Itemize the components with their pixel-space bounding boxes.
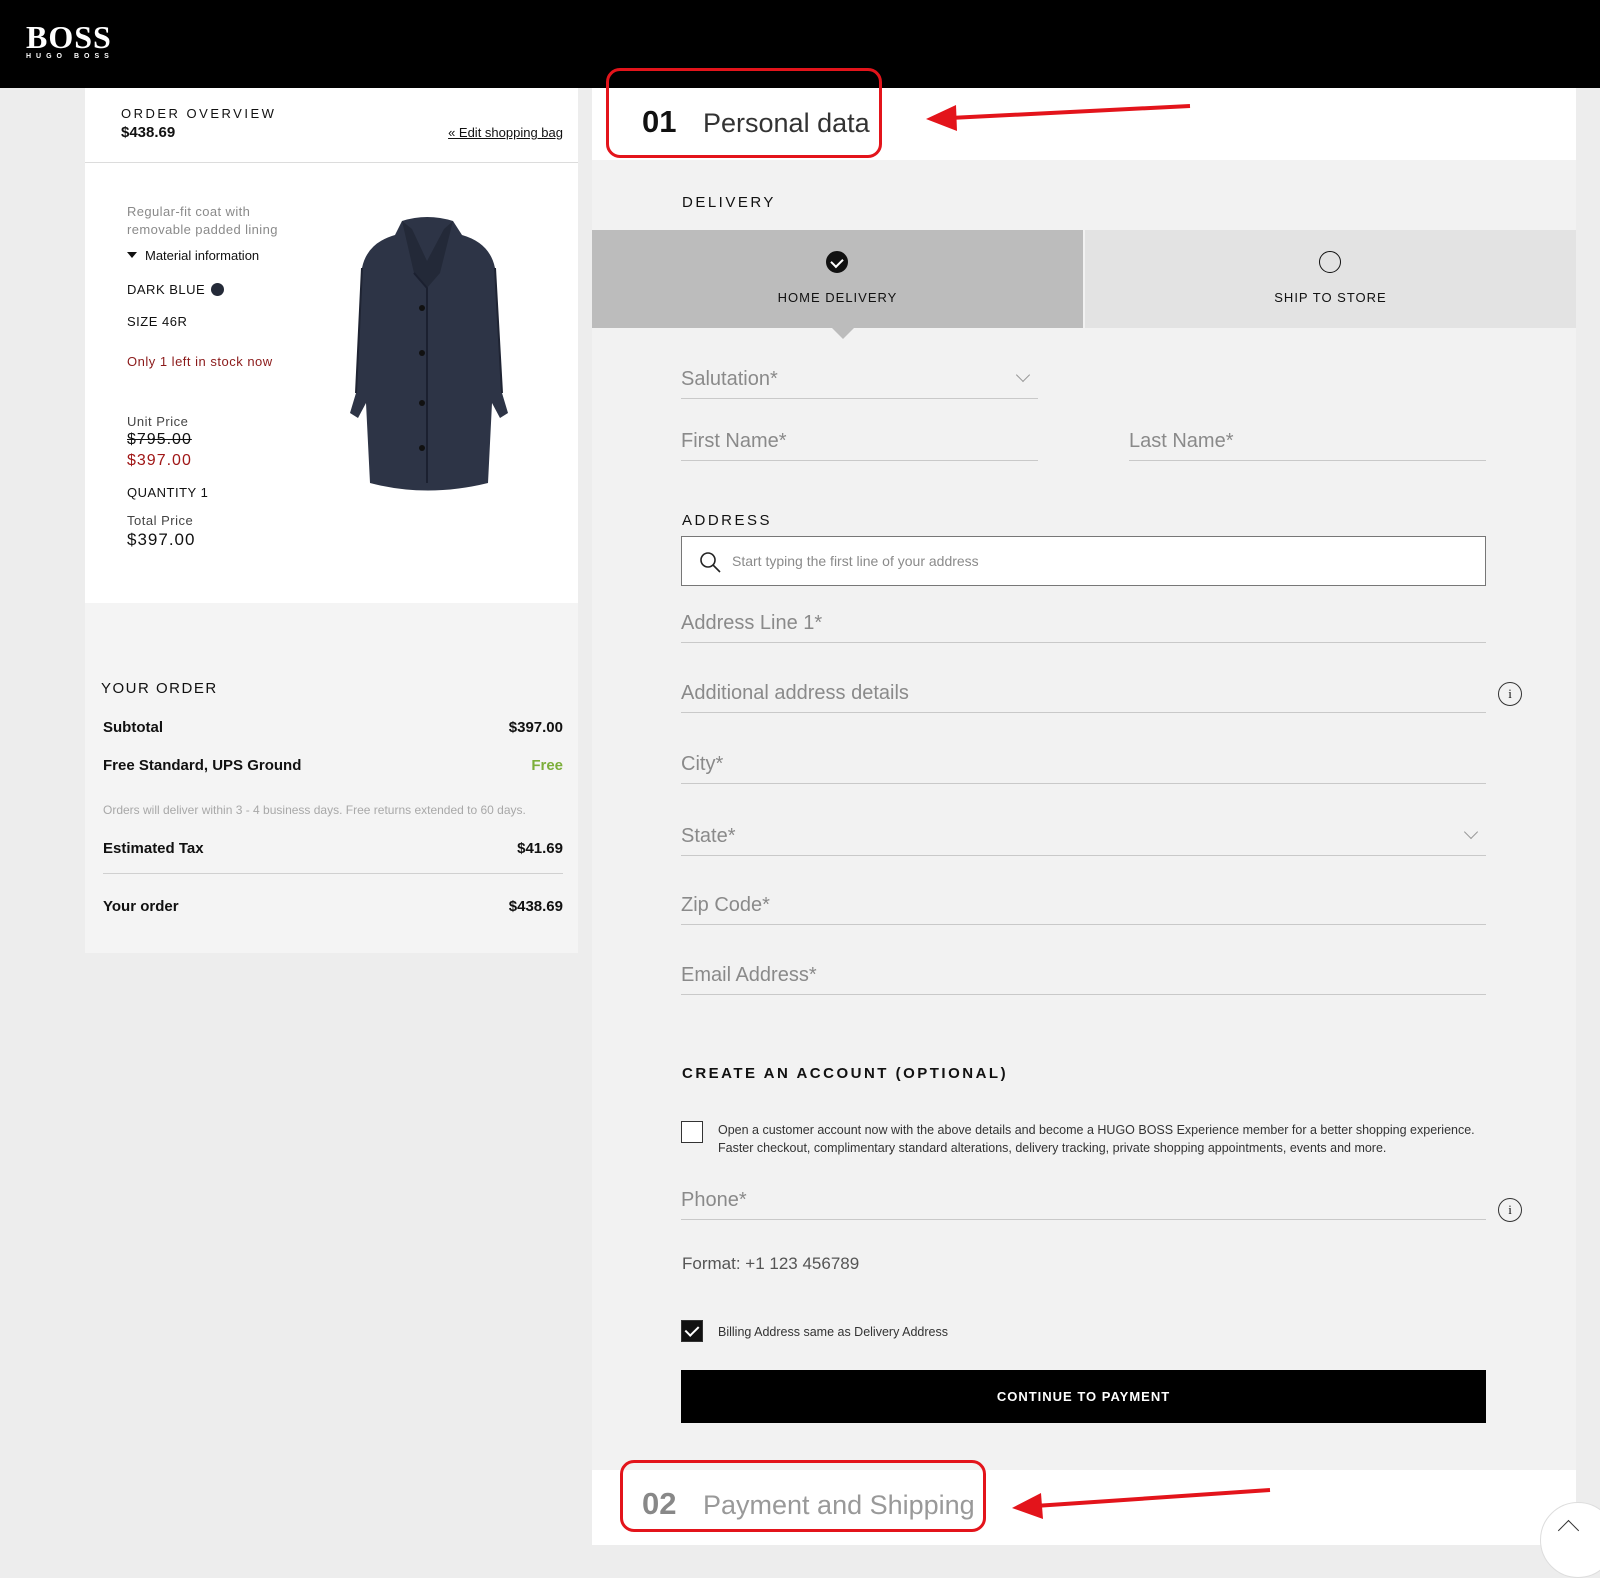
salutation-select[interactable]: Salutation* [681, 364, 1038, 399]
sale-price: $397.00 [127, 452, 192, 469]
logo-sub: HUGO BOSS [26, 53, 114, 60]
product-size: SIZE 46R [127, 314, 188, 329]
info-icon[interactable]: i [1498, 682, 1522, 706]
shipping-row: Free Standard, UPS Ground Free [103, 757, 563, 774]
subtotal-label: Subtotal [103, 719, 163, 736]
edit-shopping-bag-link[interactable]: « Edit shopping bag [448, 125, 563, 140]
continue-to-payment-button[interactable]: CONTINUE TO PAYMENT [681, 1370, 1486, 1423]
unit-price-label: Unit Price [127, 414, 189, 429]
total-price: $397.00 [127, 530, 196, 549]
first-name-field[interactable]: First Name* [681, 426, 1038, 461]
shipping-value: Free [531, 757, 563, 774]
create-account-text: Open a customer account now with the abo… [718, 1123, 1475, 1155]
first-name-placeholder: First Name* [681, 430, 787, 452]
home-delivery-tab[interactable]: HOME DELIVERY [592, 230, 1083, 328]
delivery-options: HOME DELIVERY SHIP TO STORE [592, 230, 1576, 328]
logo-main: BOSS [26, 19, 112, 55]
last-name-field[interactable]: Last Name* [1129, 426, 1486, 461]
stock-notice: Only 1 left in stock now [127, 354, 273, 369]
address-line1-placeholder: Address Line 1* [681, 612, 823, 634]
product-color: DARK BLUE [127, 282, 225, 297]
original-price: $795.00 [127, 431, 192, 448]
radio-checked-icon [825, 251, 848, 273]
order-summary: YOUR ORDER Subtotal $397.00 Free Standar… [85, 603, 578, 953]
tax-row: Estimated Tax $41.69 [103, 840, 563, 857]
address-line1-field[interactable]: Address Line 1* [681, 608, 1486, 643]
search-icon [700, 552, 721, 573]
chevron-up-icon [1557, 1519, 1580, 1542]
checkout-form-panel: 01 Personal data DELIVERY HOME DELIVERY … [592, 68, 1576, 1545]
product-description: Regular-fit coat with removable padded l… [127, 204, 278, 237]
order-overview-label: ORDER OVERVIEW [121, 106, 277, 121]
product-card: Regular-fit coat with removable padded l… [85, 163, 578, 603]
boss-logo[interactable]: BOSS HUGO BOSS [26, 19, 114, 60]
ship-to-store-label: SHIP TO STORE [1274, 290, 1387, 305]
subtotal-row: Subtotal $397.00 [103, 719, 563, 736]
address-search-input[interactable]: Start typing the first line of your addr… [681, 536, 1486, 586]
shipping-label: Free Standard, UPS Ground [103, 757, 302, 774]
chevron-down-icon [1015, 367, 1031, 383]
total-price-label: Total Price [127, 513, 194, 528]
scroll-to-top-button[interactable] [1540, 1502, 1600, 1578]
city-placeholder: City* [681, 753, 724, 775]
last-name-placeholder: Last Name* [1129, 430, 1234, 452]
quantity: QUANTITY 1 [127, 485, 209, 500]
tax-value: $41.69 [517, 840, 563, 857]
product-color-label: DARK BLUE [127, 282, 206, 297]
order-overview: ORDER OVERVIEW $438.69 « Edit shopping b… [85, 88, 578, 163]
summary-divider [103, 873, 563, 874]
home-delivery-label: HOME DELIVERY [777, 290, 898, 305]
order-overview-total: $438.69 [121, 124, 176, 141]
annotation-box-step1 [606, 68, 882, 158]
ship-to-store-tab[interactable]: SHIP TO STORE [1085, 230, 1576, 328]
zip-code-placeholder: Zip Code* [681, 894, 770, 916]
caret-down-icon [127, 252, 137, 258]
radio-unchecked-icon [1318, 251, 1341, 273]
selected-tab-pointer [832, 328, 854, 339]
color-swatch-icon [211, 283, 225, 296]
billing-same-checkbox[interactable] [681, 1320, 703, 1342]
billing-same-label: Billing Address same as Delivery Address [718, 1325, 948, 1339]
city-field[interactable]: City* [681, 749, 1486, 784]
info-icon[interactable]: i [1498, 1198, 1522, 1222]
state-placeholder: State* [681, 825, 736, 847]
tax-label: Estimated Tax [103, 840, 204, 857]
create-account-label: CREATE AN ACCOUNT (OPTIONAL) [682, 1065, 1009, 1082]
subtotal-value: $397.00 [508, 719, 563, 736]
email-field[interactable]: Email Address* [681, 960, 1486, 995]
salutation-placeholder: Salutation* [681, 368, 778, 390]
address-details-field[interactable]: Additional address details [681, 678, 1486, 713]
delivery-note: Orders will deliver within 3 - 4 busines… [103, 803, 526, 817]
order-total-label: Your order [103, 898, 179, 915]
annotation-box-step2 [620, 1460, 986, 1532]
state-select[interactable]: State* [681, 821, 1486, 856]
order-total-value: $438.69 [508, 898, 563, 915]
phone-format-hint: Format: +1 123 456789 [682, 1254, 860, 1273]
email-placeholder: Email Address* [681, 964, 817, 986]
product-image[interactable] [340, 213, 515, 498]
delivery-label: DELIVERY [682, 194, 776, 211]
chevron-down-icon [1463, 824, 1479, 840]
phone-placeholder: Phone* [681, 1189, 747, 1211]
order-summary-title: YOUR ORDER [101, 680, 218, 697]
phone-field[interactable]: Phone* [681, 1185, 1486, 1220]
address-details-placeholder: Additional address details [681, 682, 909, 704]
create-account-checkbox[interactable] [681, 1121, 703, 1143]
zip-code-field[interactable]: Zip Code* [681, 890, 1486, 925]
material-info-toggle[interactable]: Material information [127, 248, 259, 263]
order-total-row: Your order $438.69 [103, 898, 563, 915]
address-label: ADDRESS [682, 512, 773, 529]
address-search-placeholder: Start typing the first line of your addr… [732, 553, 979, 569]
material-info-label: Material information [145, 248, 260, 263]
